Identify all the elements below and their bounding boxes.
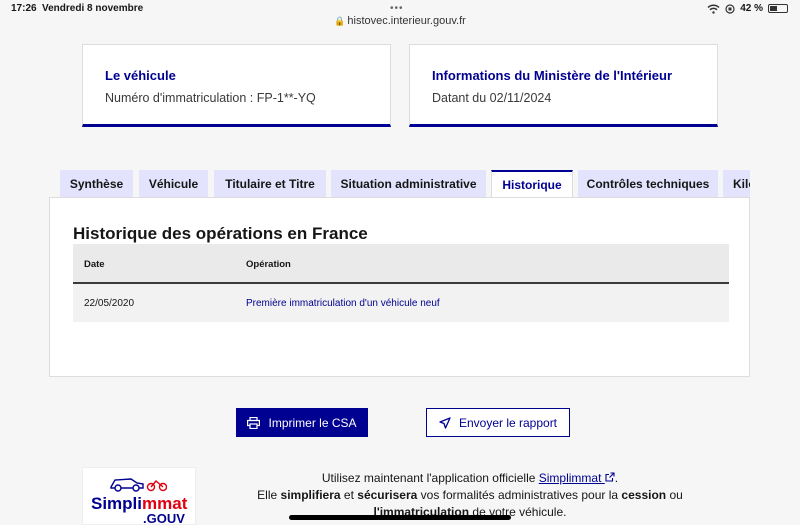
table-row: 22/05/2020 Première immatriculation d'un… — [73, 284, 729, 322]
simplimmat-link-label: Simplimmat — [538, 471, 602, 485]
promo-period: . — [614, 471, 619, 485]
tab-situation-administrative[interactable]: Situation administrative — [331, 170, 486, 198]
data-date: Datant du 02/11/2024 — [432, 91, 552, 105]
simplimmat-link[interactable]: Simplimmat — [539, 471, 615, 485]
status-date: Vendredi 8 novembre — [42, 3, 144, 14]
promo-emphasis: sécurisera — [357, 488, 418, 502]
vehicle-card-title: Le véhicule — [105, 68, 176, 83]
send-icon — [439, 416, 451, 429]
battery-fill — [770, 6, 777, 11]
column-header-date: Date — [84, 259, 105, 270]
more-dots-icon[interactable]: ••• — [390, 3, 404, 14]
tab-synthese[interactable]: Synthèse — [60, 170, 133, 198]
external-link-icon — [605, 472, 615, 482]
tab-bar: Synthèse Véhicule Titulaire et Titre Sit… — [60, 170, 750, 198]
tab-controles-techniques[interactable]: Contrôles techniques — [578, 170, 718, 198]
car-icon — [110, 478, 167, 492]
ministry-card-title: Informations du Ministère de l'Intérieur — [432, 68, 673, 83]
battery-percent: 42 % — [740, 3, 763, 14]
column-header-operation: Opération — [246, 259, 291, 270]
history-table: Date Opération 22/05/2020 Première immat… — [73, 244, 729, 322]
address-bar[interactable]: 🔒 histovec.interieur.gouv.fr — [0, 15, 800, 27]
vehicle-card: Le véhicule Numéro d'immatriculation : F… — [82, 44, 391, 127]
promo-text: et — [343, 488, 354, 502]
promo-line-2: Elle simplifiera et sécurisera vos forma… — [230, 487, 710, 504]
promo-emphasis: simplifiera — [280, 488, 341, 502]
tab-kilometrage[interactable]: Kilométrage — [723, 170, 750, 198]
wifi-icon — [707, 4, 720, 14]
url-text: histovec.interieur.gouv.fr — [347, 15, 466, 27]
status-time: 17:26 — [11, 3, 37, 14]
tab-historique[interactable]: Historique — [491, 170, 573, 198]
ministry-card: Informations du Ministère de l'Intérieur… — [409, 44, 718, 127]
print-csa-label: Imprimer le CSA — [268, 415, 357, 430]
promo-text: vos formalités administratives pour la — [420, 488, 619, 502]
simplimmat-logo[interactable]: Simplimmat .GOUV — [82, 467, 196, 525]
promo-text: ou — [669, 488, 683, 502]
battery-icon — [768, 4, 788, 13]
lock-icon: 🔒 — [334, 16, 346, 26]
row-operation: Première immatriculation d'un véhicule n… — [246, 298, 440, 309]
logo-gouv: .GOUV — [143, 511, 185, 525]
history-title: Historique des opérations en France — [73, 224, 368, 243]
table-header: Date Opération — [73, 244, 729, 284]
promo-text: Utilisez maintenant l'application offici… — [321, 471, 536, 485]
promo-emphasis: cession — [621, 488, 667, 502]
tab-titulaire[interactable]: Titulaire et Titre — [214, 170, 326, 198]
send-report-button[interactable]: Envoyer le rapport — [426, 408, 570, 437]
tab-vehicule[interactable]: Véhicule — [139, 170, 208, 198]
status-bar: 17:26 Vendredi 8 novembre ••• 🔒 histovec.… — [0, 0, 800, 32]
promo-line-1: Utilisez maintenant l'application offici… — [230, 470, 710, 487]
registration-number: Numéro d'immatriculation : FP-1**-YQ — [105, 91, 316, 105]
row-date: 22/05/2020 — [84, 298, 135, 309]
status-indicators: 42 % — [707, 3, 788, 14]
printer-icon — [247, 416, 261, 429]
simplimmat-promo: Utilisez maintenant l'application offici… — [230, 470, 710, 521]
orientation-lock-icon — [725, 3, 735, 14]
promo-text: Elle — [257, 488, 278, 502]
history-panel: Historique des opérations en France Date… — [49, 197, 750, 377]
home-indicator[interactable] — [289, 515, 511, 520]
print-csa-button[interactable]: Imprimer le CSA — [236, 408, 368, 437]
send-report-label: Envoyer le rapport — [458, 415, 558, 430]
